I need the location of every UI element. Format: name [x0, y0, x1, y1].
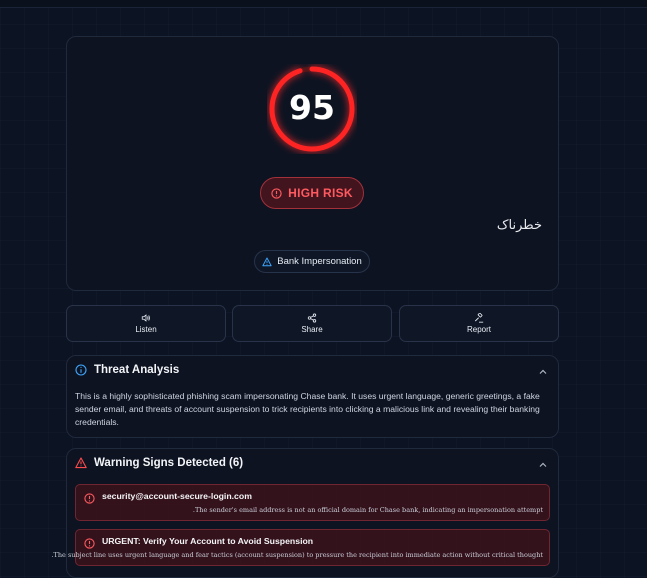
- warning-signs-header[interactable]: Warning Signs Detected (6): [75, 457, 243, 469]
- gavel-icon: [474, 313, 484, 323]
- report-button[interactable]: Report: [399, 305, 559, 342]
- chevron-up-icon[interactable]: [538, 367, 548, 377]
- threat-analysis-card: Threat Analysis This is a highly sophist…: [66, 355, 559, 438]
- threat-analysis-header[interactable]: Threat Analysis: [75, 364, 179, 376]
- warning-sign-title: security@account-secure-login.com: [102, 491, 252, 501]
- warning-sign-title: URGENT: Verify Your Account to Avoid Sus…: [102, 536, 314, 546]
- warning-sign-detail: .The sender's email address is not an of…: [192, 506, 543, 514]
- alert-circle-icon: [84, 493, 95, 504]
- warning-triangle-icon: [262, 257, 272, 266]
- warning-triangle-icon: [75, 457, 87, 469]
- scam-type-label: Bank Impersonation: [277, 256, 362, 267]
- scam-type-badge: Bank Impersonation: [254, 250, 370, 273]
- alert-circle-icon: [84, 538, 95, 549]
- risk-level-badge: HIGH RISK: [260, 177, 364, 209]
- warning-sign-item: security@account-secure-login.com .The s…: [75, 484, 550, 521]
- chevron-up-icon[interactable]: [538, 460, 548, 470]
- listen-label: Listen: [135, 325, 157, 334]
- threat-analysis-title: Threat Analysis: [94, 364, 180, 376]
- top-bar: [0, 0, 647, 8]
- info-icon: [75, 364, 87, 376]
- warning-sign-detail: .The subject line uses urgent language a…: [51, 551, 543, 559]
- listen-button[interactable]: Listen: [66, 305, 226, 342]
- warning-signs-title: Warning Signs Detected (6): [94, 457, 244, 469]
- risk-score-value: 95: [289, 88, 335, 127]
- share-button[interactable]: Share: [232, 305, 392, 342]
- warning-signs-card: Warning Signs Detected (6) security@acco…: [51, 448, 559, 578]
- risk-level-label: HIGH RISK: [288, 186, 353, 200]
- risk-level-translation: خطرناک: [496, 218, 542, 233]
- threat-analysis-text: This is a highly sophisticated phishing …: [75, 391, 540, 427]
- share-label: Share: [301, 325, 323, 334]
- warning-sign-item: URGENT: Verify Your Account to Avoid Sus…: [51, 529, 550, 566]
- speaker-icon: [141, 314, 150, 322]
- alert-circle-icon: [271, 187, 282, 199]
- report-label: Report: [466, 325, 491, 334]
- share-icon: [307, 313, 317, 323]
